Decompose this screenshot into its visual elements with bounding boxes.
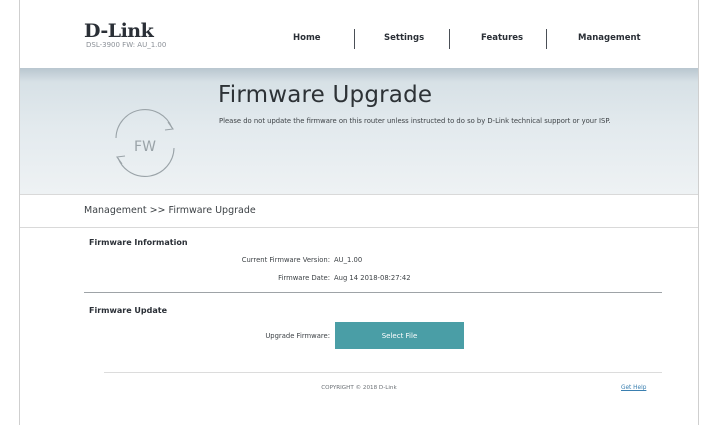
- firmware-date-value: Aug 14 2018-08:27:42: [334, 274, 411, 282]
- firmware-date-label: Firmware Date:: [278, 274, 330, 282]
- nav-separator: [449, 29, 450, 49]
- current-version-value: AU_1.00: [334, 256, 363, 264]
- firmware-icon-label: FW: [134, 139, 156, 155]
- top-header: D-Link DSL-3900 FW: AU_1.00 Home Setting…: [20, 0, 698, 68]
- select-file-button[interactable]: Select File: [335, 322, 464, 349]
- nav-separator: [354, 29, 355, 49]
- current-version-label: Current Firmware Version:: [241, 256, 330, 264]
- nav-features[interactable]: Features: [481, 33, 523, 43]
- copyright-text: COPYRIGHT © 2018 D-Link: [321, 385, 397, 391]
- breadcrumb: Management >> Firmware Upgrade: [20, 194, 698, 228]
- get-help-link[interactable]: Get Help: [621, 385, 646, 391]
- main-content: Firmware Information Current Firmware Ve…: [20, 228, 698, 425]
- firmware-information-title: Firmware Information: [89, 238, 188, 247]
- firmware-update-title: Firmware Update: [89, 306, 168, 315]
- nav-settings[interactable]: Settings: [384, 33, 424, 43]
- nav-management[interactable]: Management: [578, 33, 641, 43]
- breadcrumb-text: Management >> Firmware Upgrade: [84, 205, 256, 216]
- upgrade-firmware-label: Upgrade Firmware:: [265, 332, 330, 340]
- main-nav: Home Settings Features Management: [20, 29, 698, 49]
- section-divider: [84, 292, 662, 293]
- footer-divider: [104, 372, 662, 373]
- firmware-icon: FW: [102, 100, 188, 190]
- nav-separator: [546, 29, 547, 49]
- page-description: Please do not update the firmware on thi…: [219, 117, 611, 125]
- nav-home[interactable]: Home: [293, 33, 321, 43]
- page-title: Firmware Upgrade: [218, 82, 433, 108]
- router-admin-page: D-Link DSL-3900 FW: AU_1.00 Home Setting…: [19, 0, 699, 425]
- page-banner: FW Firmware Upgrade Please do not update…: [20, 68, 698, 194]
